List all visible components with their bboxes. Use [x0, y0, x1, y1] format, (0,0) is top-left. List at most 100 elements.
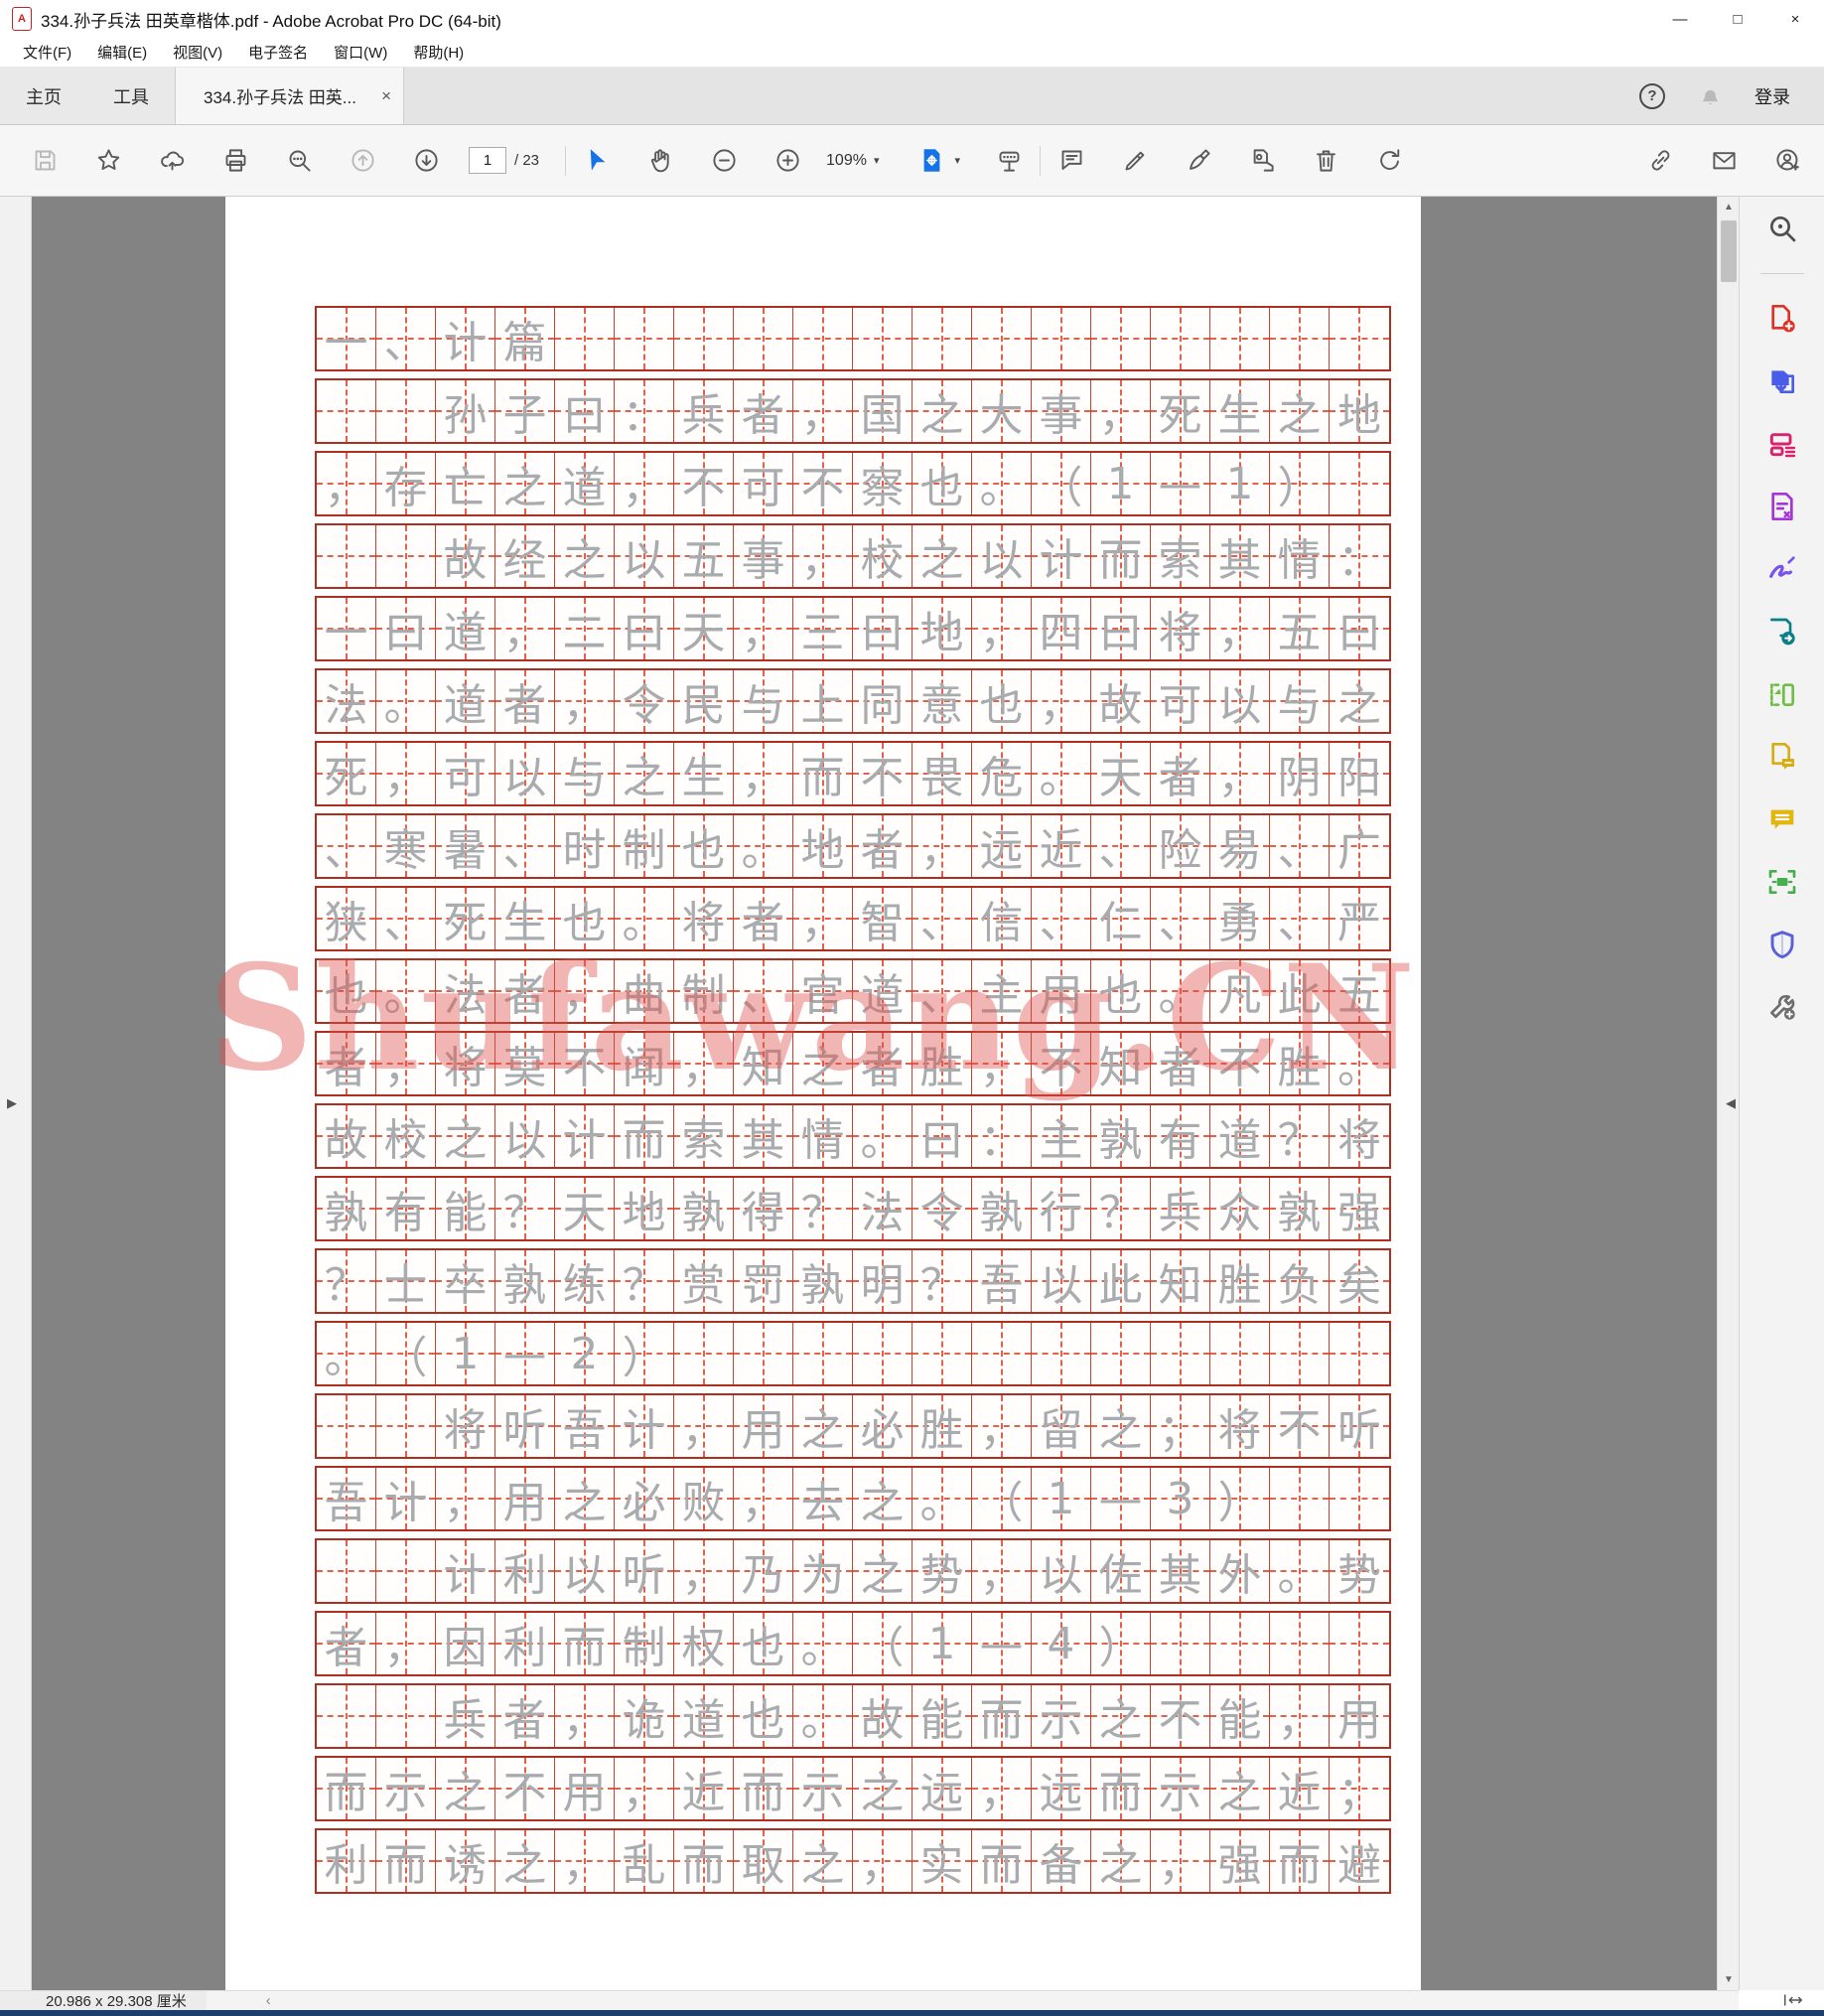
zoom-in-icon[interactable]: [772, 146, 802, 176]
prepare-form-icon[interactable]: [1764, 489, 1800, 524]
trash-icon[interactable]: [1311, 146, 1340, 176]
create-pdf-icon[interactable]: [1764, 301, 1800, 337]
grid-cell: 3: [1151, 1468, 1210, 1529]
document-view[interactable]: 一、计篇孙子曰：兵者，国之大事，死生之地，存亡之道，不可不察也。（1—1）故经之…: [32, 197, 1717, 1990]
handwritten-character: ，: [919, 825, 964, 876]
handwritten-character: ，: [681, 1405, 726, 1456]
handwritten-character: 、: [1098, 825, 1143, 876]
handwritten-character: 主: [1039, 1115, 1083, 1166]
menu-window[interactable]: 窗口(W): [321, 38, 400, 67]
stamp-tool-icon[interactable]: [1247, 146, 1277, 176]
email-icon[interactable]: [1709, 146, 1739, 176]
grid-cell: [1151, 1613, 1210, 1674]
tab-home[interactable]: 主页: [0, 68, 87, 124]
close-button[interactable]: ×: [1766, 0, 1824, 38]
expand-nav-pane-icon[interactable]: ▶: [7, 1095, 17, 1111]
grid-cell: ，: [376, 1613, 436, 1674]
grid-cell: 孰: [1270, 1178, 1330, 1239]
send-for-comments-icon[interactable]: [1764, 614, 1800, 649]
page-number-input[interactable]: [469, 147, 506, 174]
menu-view[interactable]: 视图(V): [160, 38, 235, 67]
menu-file[interactable]: 文件(F): [10, 38, 84, 67]
handwritten-character: 闻: [622, 1043, 666, 1093]
zoom-caret-icon[interactable]: ▾: [874, 154, 880, 167]
grid-cell: 以: [1210, 670, 1270, 732]
export-pdf-icon[interactable]: [1764, 363, 1800, 399]
zoom-out-icon[interactable]: [709, 146, 739, 176]
grid-cell: ，: [734, 1468, 793, 1529]
zoom-level-label[interactable]: 109%: [826, 152, 867, 170]
star-favorite-icon[interactable]: [93, 146, 123, 176]
menu-help[interactable]: 帮助(H): [400, 38, 477, 67]
grid-cell: 。: [615, 888, 674, 949]
send-profile-icon[interactable]: [1772, 146, 1802, 176]
reading-mode-icon[interactable]: [994, 146, 1024, 176]
maximize-button[interactable]: □: [1709, 0, 1766, 38]
grid-cell: ，: [1210, 743, 1270, 804]
save-icon[interactable]: [30, 146, 60, 176]
handwritten-character: 远: [1039, 1768, 1083, 1818]
panel-toggle-icon[interactable]: [1773, 1990, 1813, 2010]
tab-tools[interactable]: 工具: [87, 68, 175, 124]
hscroll-left-icon[interactable]: ‹: [266, 1992, 271, 2009]
previous-view-icon[interactable]: [348, 146, 377, 176]
grid-cell: 广: [1330, 815, 1389, 877]
grid-cell: 制: [615, 1613, 674, 1674]
grid-cell: 故: [436, 525, 495, 587]
fill-sign-pen-icon[interactable]: [1184, 146, 1213, 176]
menu-esign[interactable]: 电子签名: [235, 38, 321, 67]
compare-files-icon[interactable]: [1764, 676, 1800, 712]
fit-page-caret-icon[interactable]: ▾: [954, 154, 960, 167]
vertical-scroll-thumb[interactable]: [1721, 220, 1737, 282]
handwritten-character: 示: [1158, 1768, 1202, 1818]
grid-cell: 者: [853, 815, 912, 877]
tab-document[interactable]: 334.孙子兵法 田英... ×: [176, 68, 404, 124]
grid-cell: 与: [1270, 670, 1330, 732]
request-signatures-icon[interactable]: [1764, 739, 1800, 775]
share-cloud-icon[interactable]: [157, 146, 187, 176]
protect-icon[interactable]: [1764, 927, 1800, 962]
handwritten-character: 之: [800, 1043, 845, 1093]
handwritten-character: ，: [1039, 680, 1083, 731]
handwritten-character: 而: [741, 1768, 785, 1818]
handwritten-character: 利: [324, 1840, 368, 1891]
sign-in-button[interactable]: 登录: [1754, 83, 1790, 109]
handwritten-character: 五: [1277, 608, 1322, 658]
more-tools-icon[interactable]: [1764, 989, 1800, 1025]
tab-close-icon[interactable]: ×: [381, 86, 391, 106]
grid-cell: 其: [1210, 525, 1270, 587]
select-tool-icon[interactable]: [582, 146, 612, 176]
collapse-rail-icon[interactable]: ◀: [1726, 1095, 1736, 1111]
menu-edit[interactable]: 编辑(E): [84, 38, 160, 67]
handwritten-character: 广: [1337, 825, 1381, 876]
handwritten-character: 示: [1039, 1695, 1083, 1746]
print-icon[interactable]: [220, 146, 250, 176]
grid-cell: ，: [376, 743, 436, 804]
fill-and-sign-icon[interactable]: [1764, 551, 1800, 587]
hand-tool-icon[interactable]: [645, 146, 675, 176]
handwritten-character: 用: [741, 1405, 785, 1456]
link-icon[interactable]: [1645, 146, 1675, 176]
handwritten-character: 诱: [443, 1840, 488, 1891]
scroll-down-icon[interactable]: ▼: [1718, 1974, 1740, 1985]
organize-pages-icon[interactable]: [1764, 426, 1800, 462]
comment-bubble-icon[interactable]: [1056, 146, 1086, 176]
handwritten-character: [1270, 1323, 1329, 1384]
left-nav-pane-collapsed[interactable]: ▶: [0, 197, 32, 2010]
highlighter-icon[interactable]: [1120, 146, 1150, 176]
vertical-scrollbar[interactable]: ▲ ▼: [1717, 197, 1739, 1990]
search-icon[interactable]: [284, 146, 314, 176]
help-icon[interactable]: ?: [1639, 82, 1665, 109]
scroll-up-icon[interactable]: ▲: [1718, 202, 1740, 213]
grid-cell: ，: [972, 1758, 1032, 1819]
fit-page-icon[interactable]: [916, 146, 946, 176]
search-tools-icon[interactable]: [1764, 211, 1800, 246]
minimize-button[interactable]: —: [1651, 0, 1709, 38]
redo-refresh-icon[interactable]: [1374, 146, 1404, 176]
notifications-bell-icon[interactable]: [1695, 81, 1725, 111]
scan-and-ocr-icon[interactable]: [1764, 864, 1800, 900]
comment-tool-icon[interactable]: [1764, 801, 1800, 837]
next-view-icon[interactable]: [411, 146, 441, 176]
handwritten-character: 者: [324, 1043, 368, 1093]
handwritten-character: 兵: [1158, 1188, 1202, 1238]
